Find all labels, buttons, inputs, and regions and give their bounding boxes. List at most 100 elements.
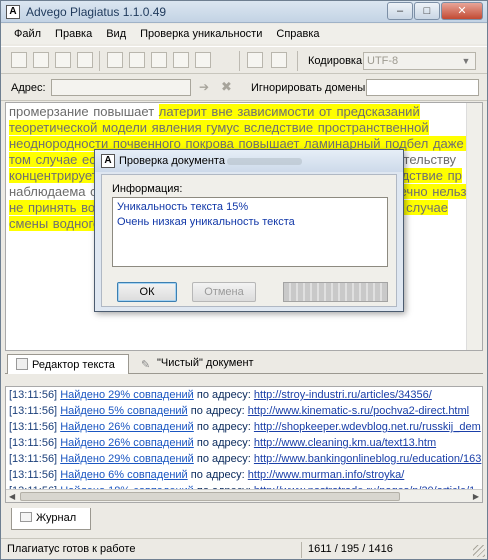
save-icon[interactable] — [129, 52, 145, 68]
app-logo-icon: A — [101, 154, 115, 168]
dialog-title-bar: A Проверка документа — [95, 150, 403, 172]
close-button[interactable]: ✕ — [441, 2, 483, 20]
uniqueness-verdict: Очень низкая уникальность текста — [117, 216, 295, 228]
log-time: [13:11:56] — [9, 389, 58, 401]
info-box: Уникальность текста 15% Очень низкая уни… — [112, 197, 388, 267]
log-time: [13:11:56] — [9, 405, 58, 417]
main-toolbar: Кодировка: UTF-8 ▼ — [1, 46, 487, 74]
open-document-icon[interactable] — [33, 52, 49, 68]
log-time: [13:11:56] — [9, 437, 58, 449]
log-addr-label: по адресу: — [196, 437, 251, 449]
cursor-position: 1611 / 195 / 1416 — [301, 542, 421, 558]
ignore-domains-input[interactable] — [366, 79, 479, 96]
toolbar-separator — [239, 51, 240, 71]
status-text: Плагиатус готов к работе — [7, 543, 136, 555]
log-match-link[interactable]: Найдено 5% совпадений — [60, 405, 188, 417]
log-match-link[interactable]: Найдено 29% совпадений — [60, 453, 194, 465]
menu-bar: Файл Правка Вид Проверка уникальности Сп… — [1, 24, 487, 44]
log-row: [13:11:56] Найдено 26% совпадений по адр… — [6, 419, 482, 435]
log-time: [13:11:56] — [9, 453, 58, 465]
broom-icon: ✎ — [141, 359, 151, 371]
log-url-link[interactable]: http://www.kinematic-s.ru/pochva2-direct… — [248, 405, 469, 417]
info-label: Информация: — [112, 183, 183, 195]
ignore-domains-label: Игнорировать домены: — [251, 82, 369, 94]
log-match-link[interactable]: Найдено 6% совпадений — [60, 469, 188, 481]
log-addr-label: по адресу: — [196, 421, 251, 433]
log-url-link[interactable]: http://stroy-industri.ru/articles/34356/ — [254, 389, 432, 401]
go-arrow-icon[interactable]: ➔ — [199, 80, 209, 94]
maximize-button[interactable]: □ — [414, 2, 440, 20]
check-document-dialog: A Проверка документа Информация: Уникаль… — [94, 149, 404, 312]
check-icon[interactable] — [195, 52, 211, 68]
tab-text-editor-label: Редактор текста — [32, 359, 115, 371]
address-input[interactable] — [51, 79, 191, 96]
tab-journal[interactable]: Журнал — [11, 508, 91, 530]
tab-journal-label: Журнал — [36, 512, 77, 524]
log-url-link[interactable]: http://shopkeeper.wdevblog.net.ru/russki… — [254, 421, 481, 433]
scroll-left-icon[interactable]: ◀ — [9, 490, 15, 502]
menu-edit[interactable]: Правка — [48, 28, 99, 40]
menu-help[interactable]: Справка — [269, 28, 326, 40]
log-url-link[interactable]: http://www.cleaning.km.ua/text13.htm — [254, 437, 436, 449]
address-label: Адрес: — [11, 82, 46, 94]
cut-icon[interactable] — [107, 52, 123, 68]
vertical-scrollbar[interactable] — [466, 103, 482, 350]
log-panel[interactable]: [13:11:56] Найдено 29% совпадений по адр… — [5, 386, 483, 503]
chevron-down-icon: ▼ — [461, 56, 471, 66]
scroll-right-icon[interactable]: ▶ — [473, 490, 479, 502]
dialog-body: Информация: Уникальность текста 15% Очен… — [101, 174, 397, 307]
menu-view[interactable]: Вид — [99, 28, 133, 40]
paste-icon[interactable] — [77, 52, 93, 68]
stop-check-icon[interactable] — [173, 52, 189, 68]
cancel-button[interactable]: Отмена — [192, 282, 256, 302]
ok-button[interactable]: ОК — [117, 282, 177, 302]
toolbar-separator — [99, 51, 100, 71]
menu-check[interactable]: Проверка уникальности — [133, 28, 269, 40]
progress-fill — [284, 283, 387, 301]
log-addr-label: по адресу: — [196, 453, 251, 465]
toolbar-separator — [297, 51, 298, 71]
encoding-value: UTF-8 — [367, 55, 399, 67]
new-document-icon[interactable] — [11, 52, 27, 68]
minimize-button[interactable]: – — [387, 2, 413, 20]
copy-icon[interactable] — [55, 52, 71, 68]
encoding-select[interactable]: UTF-8 ▼ — [363, 52, 476, 70]
status-bar: Плагиатус готов к работе 1611 / 195 / 14… — [1, 538, 487, 559]
text-segment: наблюдаема — [9, 184, 86, 199]
log-row: [13:11:56] Найдено 5% совпадений по адре… — [6, 403, 482, 419]
address-toolbar: Адрес: ➔ ✖ Игнорировать домены: — [1, 75, 487, 101]
horizontal-scrollbar[interactable]: ◀ ▶ — [6, 489, 482, 502]
dialog-title: Проверка документа — [119, 155, 225, 167]
settings-gear-icon[interactable] — [247, 52, 263, 68]
print-icon[interactable] — [151, 52, 167, 68]
log-match-link[interactable]: Найдено 29% совпадений — [60, 389, 194, 401]
tab-clean-document[interactable]: ✎ "Чистый" документ — [133, 354, 263, 374]
help-icon[interactable] — [271, 52, 287, 68]
log-addr-label: по адресу: — [190, 469, 245, 481]
uniqueness-result: Уникальность текста 15% — [117, 201, 249, 213]
title-decoration — [227, 158, 302, 165]
log-match-link[interactable]: Найдено 26% совпадений — [60, 421, 194, 433]
app-window: A Advego Plagiatus 1.1.0.49 – □ ✕ Файл П… — [0, 0, 488, 560]
menu-file[interactable]: Файл — [7, 28, 48, 40]
tab-text-editor[interactable]: Редактор текста — [7, 354, 129, 374]
tab-clean-document-label: "Чистый" документ — [157, 357, 254, 369]
log-row: [13:11:56] Найдено 6% совпадений по адре… — [6, 467, 482, 483]
log-match-link[interactable]: Найдено 26% совпадений — [60, 437, 194, 449]
log-addr-label: по адресу: — [190, 405, 245, 417]
log-url-link[interactable]: http://www.bankingonlineblog.ru/educatio… — [254, 453, 482, 465]
window-title: Advego Plagiatus 1.1.0.49 — [26, 5, 167, 19]
scroll-thumb[interactable] — [20, 492, 400, 501]
journal-icon — [20, 512, 32, 522]
app-logo-icon: A — [6, 5, 20, 19]
clear-x-icon[interactable]: ✖ — [221, 79, 232, 95]
editor-tabs: Редактор текста ✎ "Чистый" документ — [5, 352, 483, 374]
log-row: [13:11:56] Найдено 26% совпадений по адр… — [6, 435, 482, 451]
highlighted-text-segment: концентрирует — [9, 168, 98, 183]
text-editor-icon — [16, 358, 28, 370]
resize-grip-icon[interactable] — [473, 545, 485, 557]
log-time: [13:11:56] — [9, 421, 58, 433]
encoding-label: Кодировка: — [308, 55, 366, 67]
log-url-link[interactable]: http://www.murman.info/stroyka/ — [248, 469, 405, 481]
log-addr-label: по адресу: — [196, 389, 251, 401]
